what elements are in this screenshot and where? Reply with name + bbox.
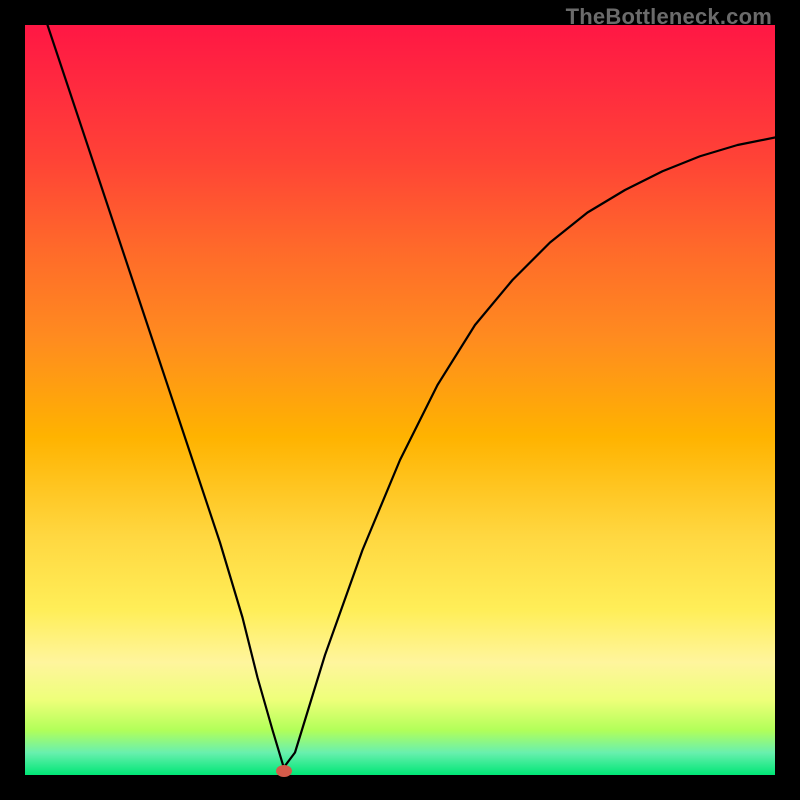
- plot-area: [25, 25, 775, 775]
- curve-svg: [25, 25, 775, 775]
- minimum-marker: [276, 765, 292, 777]
- chart-frame: TheBottleneck.com: [0, 0, 800, 800]
- curve-path: [48, 25, 776, 768]
